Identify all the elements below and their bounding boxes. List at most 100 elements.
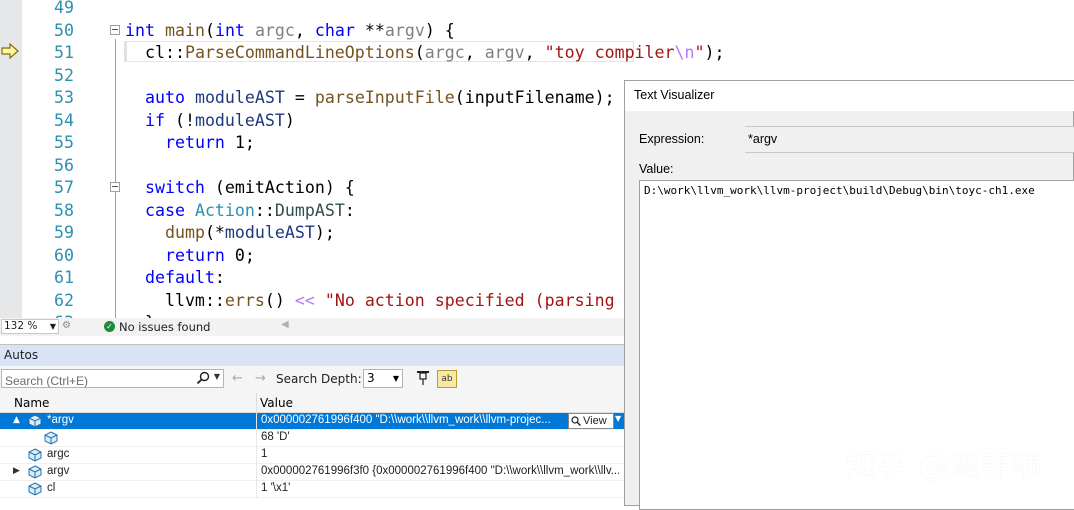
code-text: default: bbox=[125, 267, 225, 290]
view-button-label: View bbox=[583, 415, 607, 427]
code-token: ); bbox=[594, 88, 615, 107]
chevron-down-icon[interactable]: ▼ bbox=[615, 414, 621, 423]
code-text: llvm::errs() << "No action specified (pa… bbox=[125, 290, 615, 313]
code-token: ) { bbox=[324, 178, 355, 197]
code-token: (! bbox=[164, 110, 195, 130]
variable-icon bbox=[28, 482, 42, 496]
collapse-icon[interactable] bbox=[110, 24, 120, 35]
table-row[interactable]: ▲ *argv 0x000002761996f400 "D:\\work\\llvm… bbox=[0, 413, 624, 430]
variable-value[interactable]: 0x000002761996f400 "D:\\work\\llvm_work\… bbox=[261, 414, 566, 426]
line-number: 58 bbox=[54, 200, 74, 220]
line-number: 56 bbox=[54, 155, 74, 175]
collapse-icon[interactable] bbox=[110, 182, 120, 192]
search-icon[interactable] bbox=[196, 371, 210, 385]
code-text: case Action::DumpAST: bbox=[125, 200, 355, 223]
value-label: Value: bbox=[639, 162, 674, 176]
variable-name: *argv bbox=[47, 414, 74, 426]
code-token: case bbox=[144, 200, 185, 220]
code-token: DumpAST bbox=[274, 200, 345, 220]
code-token: , bbox=[524, 43, 545, 62]
issues-status[interactable]: No issues found bbox=[119, 320, 210, 334]
column-separator bbox=[256, 481, 257, 498]
view-visualizer-button[interactable]: View bbox=[568, 413, 614, 429]
code-text: cl::ParseCommandLineOptions(argc, argv, … bbox=[125, 42, 725, 65]
watermark: 知乎 @迦非喵 bbox=[846, 448, 1043, 483]
column-header-value[interactable]: Value bbox=[260, 396, 293, 410]
code-line[interactable]: 49 bbox=[0, 0, 1074, 20]
code-token: ) bbox=[284, 110, 295, 130]
code-token: 0; bbox=[224, 245, 255, 265]
code-token: "toy compiler bbox=[544, 43, 675, 62]
code-line[interactable]: 51 cl::ParseCommandLineOptions(argc, arg… bbox=[0, 42, 1074, 65]
code-token: << bbox=[294, 290, 315, 310]
table-row[interactable]: argc 1 bbox=[0, 447, 624, 464]
code-text: if (!moduleAST) bbox=[125, 110, 295, 133]
autos-title-bar[interactable]: Autos bbox=[0, 344, 624, 366]
code-token: ( bbox=[204, 178, 225, 197]
code-text: return 0; bbox=[125, 245, 255, 268]
code-token: moduleAST bbox=[224, 223, 315, 242]
code-token: ) { bbox=[424, 20, 455, 40]
code-token: char bbox=[314, 20, 355, 40]
scroll-left-icon[interactable]: ◀ bbox=[281, 319, 289, 330]
code-token: ( bbox=[454, 88, 465, 107]
forward-arrow-icon[interactable]: → bbox=[255, 371, 266, 386]
code-token: (* bbox=[204, 223, 225, 242]
code-token: errs bbox=[224, 290, 265, 310]
code-text: return 1; bbox=[125, 132, 255, 155]
code-token: argc bbox=[254, 20, 295, 40]
table-row[interactable]: ▶ argv 0x000002761996f3f0 {0x000002761996f… bbox=[0, 464, 624, 481]
code-token: cl bbox=[125, 43, 165, 62]
code-token: ParseCommandLineOptions bbox=[184, 43, 415, 62]
code-token: , bbox=[294, 20, 315, 40]
variable-value[interactable]: 0x000002761996f3f0 {0x000002761996f400 "… bbox=[261, 465, 619, 477]
table-row[interactable]: cl 1 '\x1' bbox=[0, 481, 624, 498]
line-number: 50 bbox=[54, 20, 74, 40]
code-token: default bbox=[144, 268, 215, 287]
variable-value[interactable]: 1 bbox=[261, 448, 619, 460]
column-separator[interactable] bbox=[256, 393, 257, 413]
grid-header: Name Value bbox=[0, 393, 624, 413]
health-indicator-icon[interactable]: ⚙ bbox=[62, 320, 71, 331]
search-depth-dropdown[interactable]: 3 ▼ bbox=[363, 369, 403, 388]
search-input[interactable] bbox=[2, 372, 198, 390]
code-token: int bbox=[125, 20, 155, 40]
variable-value[interactable]: 68 'D' bbox=[261, 431, 619, 443]
pin-icon[interactable] bbox=[416, 370, 430, 386]
chevron-down-icon: ▼ bbox=[392, 374, 399, 383]
autos-title: Autos bbox=[4, 348, 39, 362]
autos-grid[interactable]: Name Value ▲ *argv 0x000002761996f400 "D:\… bbox=[0, 393, 624, 506]
chevron-down-icon[interactable]: ▼ bbox=[214, 372, 220, 381]
autos-panel: Autos ▼ ← → Search Depth: 3 ▼ ab Name Va bbox=[0, 344, 624, 506]
line-number: 59 bbox=[54, 223, 74, 242]
expand-icon[interactable]: ▶ bbox=[13, 466, 20, 476]
table-row[interactable]: 68 'D' bbox=[0, 430, 624, 447]
code-token: moduleAST bbox=[194, 110, 285, 130]
visualizer-title: Text Visualizer bbox=[634, 88, 715, 102]
expression-field[interactable]: *argv bbox=[745, 126, 1074, 153]
variable-value[interactable]: 1 '\x1' bbox=[261, 482, 619, 494]
code-token: argc bbox=[424, 43, 465, 62]
back-arrow-icon[interactable]: ← bbox=[232, 371, 243, 386]
code-token: switch bbox=[144, 178, 205, 197]
chevron-down-icon: ▼ bbox=[49, 322, 56, 331]
code-token: ** bbox=[354, 20, 385, 40]
column-header-name[interactable]: Name bbox=[14, 396, 49, 410]
search-depth-label: Search Depth: bbox=[276, 372, 362, 386]
search-box[interactable]: ▼ bbox=[1, 369, 224, 390]
hex-display-icon[interactable]: ab bbox=[437, 370, 457, 388]
code-token: ( bbox=[414, 43, 425, 62]
hex-display-icon-text: ab bbox=[441, 374, 453, 384]
visualizer-title-bar[interactable]: Text Visualizer bbox=[625, 81, 1074, 111]
collapse-icon[interactable]: ▲ bbox=[13, 415, 20, 425]
code-token: : bbox=[344, 200, 355, 220]
code-line[interactable]: 50 int main(int argc, char **argv) { bbox=[0, 20, 1074, 43]
zoom-dropdown[interactable]: 132 % ▼ bbox=[1, 319, 59, 334]
code-token: :: bbox=[204, 290, 225, 310]
